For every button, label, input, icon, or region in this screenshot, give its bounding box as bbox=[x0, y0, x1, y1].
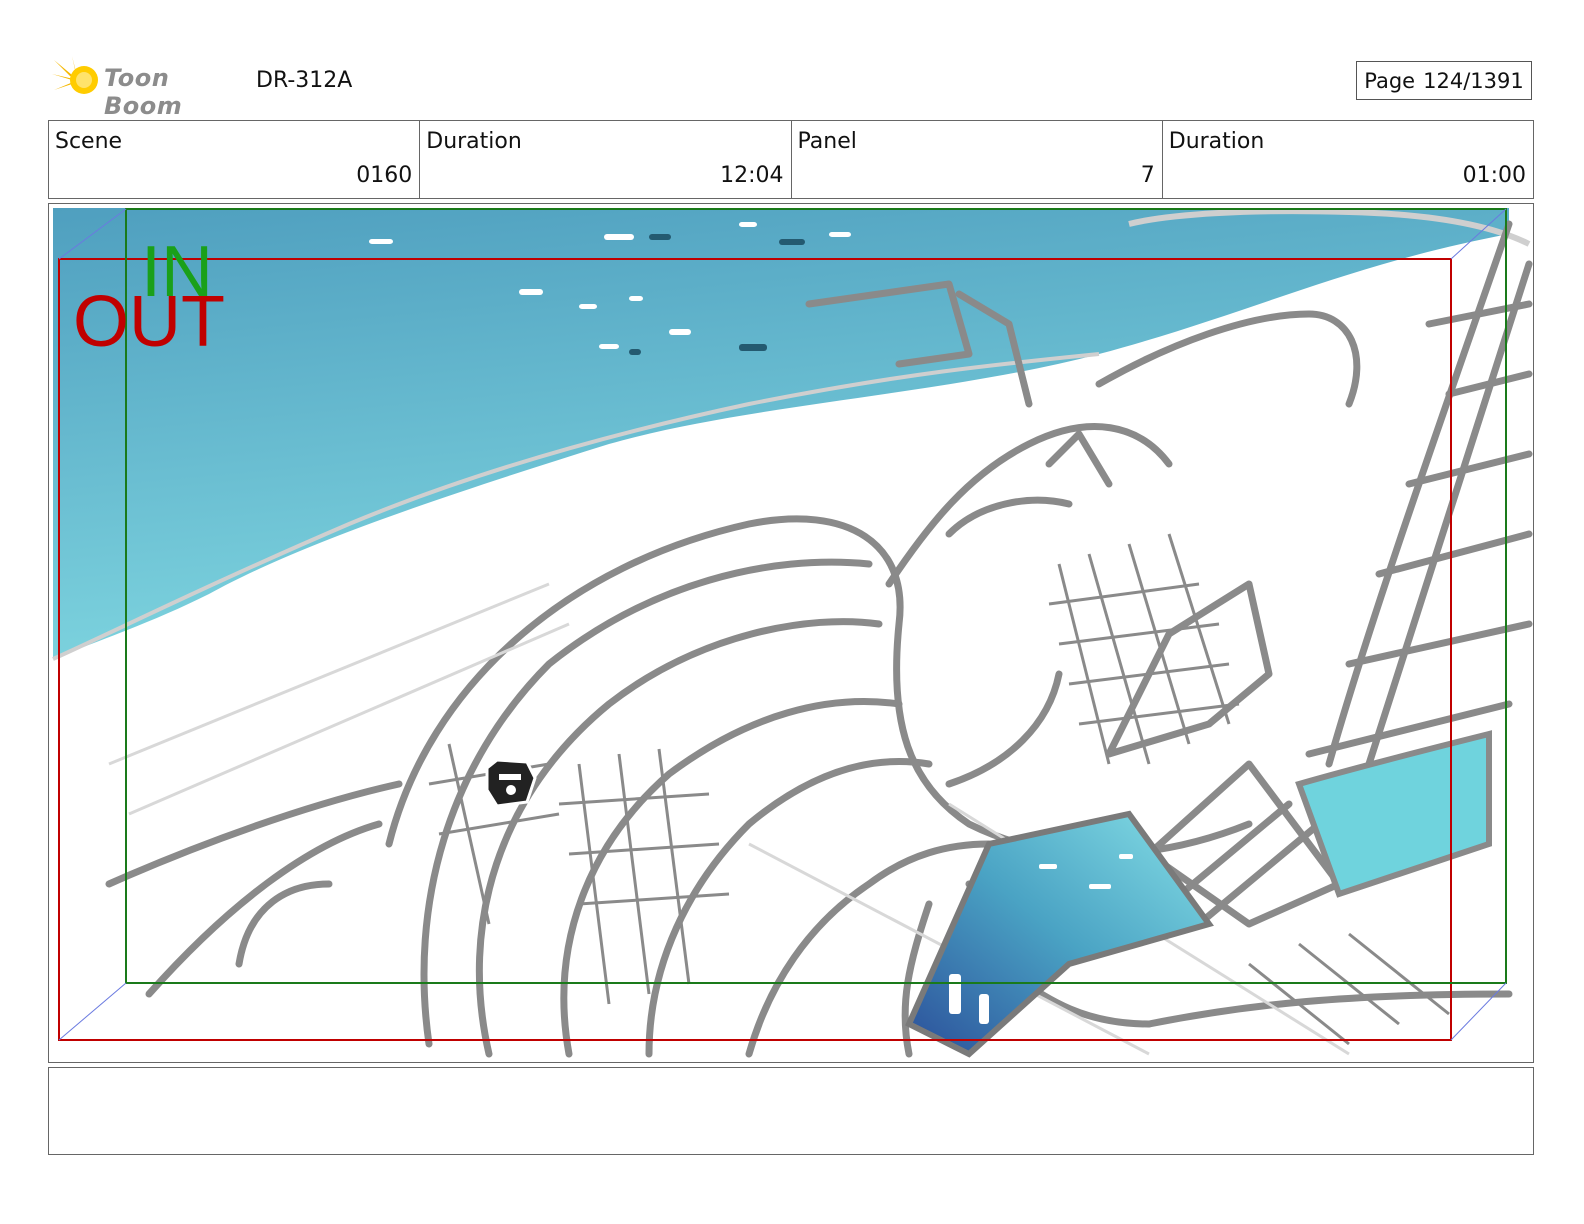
panel-cell: Panel 7 bbox=[792, 121, 1163, 198]
page-value: 124/1391 bbox=[1423, 68, 1524, 93]
character-head bbox=[485, 758, 537, 808]
scene-label: Scene bbox=[55, 129, 123, 154]
out-label: OUT bbox=[73, 282, 225, 362]
page-indicator: Page 124/1391 bbox=[1356, 61, 1532, 100]
caption-box bbox=[48, 1067, 1534, 1155]
toon-boom-logo: Toon Boom bbox=[50, 52, 240, 120]
sun-burst-icon bbox=[52, 56, 98, 104]
scene-value: 0160 bbox=[356, 163, 413, 188]
logo-text: Toon Boom bbox=[104, 64, 183, 120]
scene-duration-value: 12:04 bbox=[720, 163, 784, 188]
storyboard-panel: IN OUT bbox=[48, 203, 1534, 1063]
panel-duration-value: 01:00 bbox=[1462, 163, 1526, 188]
page-label: Page bbox=[1364, 68, 1416, 93]
panel-sketch: IN OUT bbox=[52, 208, 1533, 1058]
panel-label: Panel bbox=[797, 129, 857, 154]
panel-value: 7 bbox=[1140, 163, 1155, 188]
panel-duration-cell: Duration 01:00 bbox=[1163, 121, 1533, 198]
panel-duration-label: Duration bbox=[1168, 129, 1265, 154]
document-code: DR-312A bbox=[256, 68, 353, 93]
panel-info-row: Scene 0160 Duration 12:04 Panel 7 Durati… bbox=[48, 120, 1534, 199]
scene-cell: Scene 0160 bbox=[49, 121, 421, 198]
scene-duration-label: Duration bbox=[426, 129, 522, 154]
sea-area bbox=[53, 208, 1509, 659]
scene-duration-cell: Duration 12:04 bbox=[420, 121, 792, 198]
